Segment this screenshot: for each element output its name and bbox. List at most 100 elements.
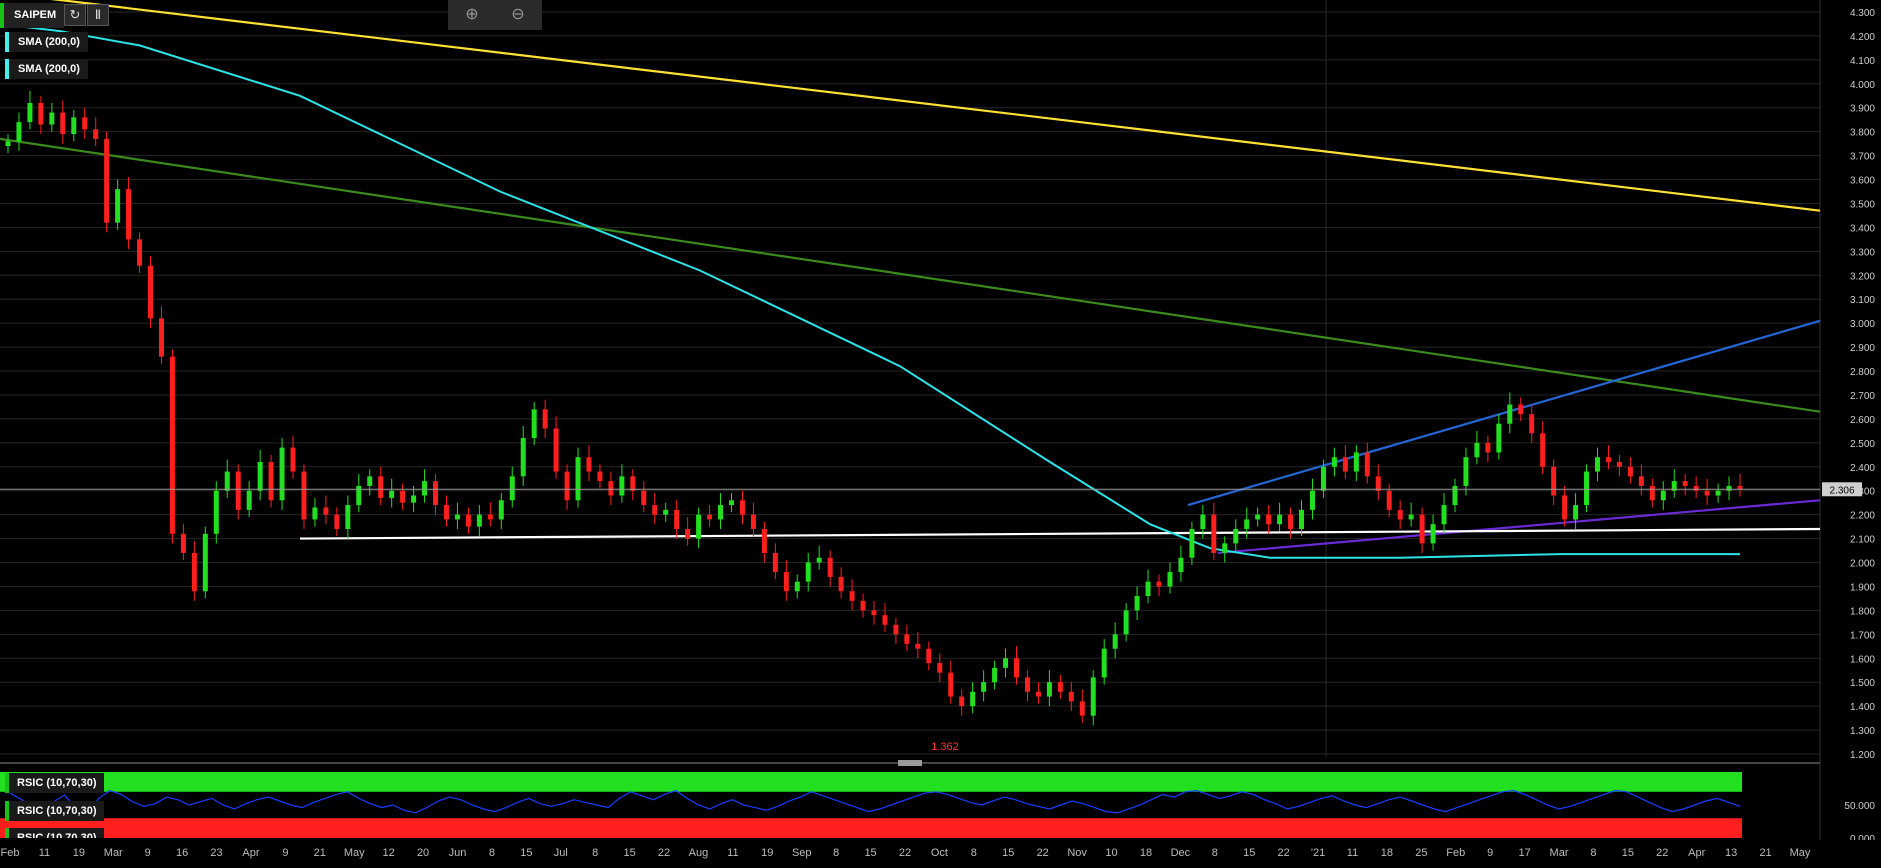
- candle-body: [454, 514, 460, 520]
- candle-body: [104, 138, 110, 223]
- candle-body: [1320, 466, 1326, 491]
- rsi-line: [7, 789, 1741, 816]
- candle-body: [948, 672, 954, 697]
- candle-body: [1660, 490, 1666, 501]
- refresh-icon[interactable]: ↻: [64, 4, 86, 26]
- time-tick-label: 8: [592, 847, 598, 859]
- price-tick-label: 2.700: [1850, 391, 1875, 402]
- time-tick-label: 18: [1140, 847, 1152, 859]
- time-tick-label: 22: [1278, 847, 1290, 859]
- panel-splitter[interactable]: [898, 760, 922, 766]
- candle-body: [279, 447, 285, 501]
- rsi-tick-label: 50.000: [1844, 801, 1875, 812]
- candle-body: [1244, 519, 1250, 530]
- candle-body: [498, 500, 504, 520]
- candle-body: [1463, 457, 1469, 486]
- candle-body: [1266, 514, 1272, 525]
- candle-body: [1101, 648, 1107, 678]
- price-tick-label: 4.000: [1850, 80, 1875, 91]
- time-tick-label: 16: [176, 847, 188, 859]
- time-tick-label: 22: [899, 847, 911, 859]
- candle-body: [849, 591, 855, 601]
- candle-body: [1594, 457, 1600, 472]
- candle-body: [772, 552, 778, 573]
- time-tick-label: Nov: [1067, 847, 1087, 859]
- candle-body: [1222, 543, 1228, 553]
- last-price-label: 2.306: [1829, 485, 1854, 496]
- candle-body: [5, 141, 11, 147]
- candle-body: [871, 610, 877, 616]
- candle-body: [805, 562, 811, 582]
- time-tick-label: Feb: [1446, 847, 1465, 859]
- candle-body: [202, 533, 208, 592]
- candle-body: [750, 514, 756, 530]
- candle-body: [1233, 529, 1239, 544]
- rsi-tag-3[interactable]: RSIC (10,70,30): [5, 828, 105, 838]
- candle-body: [553, 428, 559, 472]
- candle-body: [893, 624, 899, 635]
- price-tick-label: 3.100: [1850, 295, 1875, 306]
- candle-body: [49, 112, 55, 125]
- time-tick-label: 10: [1105, 847, 1117, 859]
- time-tick-label: Dec: [1171, 847, 1191, 859]
- price-tick-label: 3.800: [1850, 128, 1875, 139]
- trendline: [299, 527, 1821, 540]
- chart-canvas[interactable]: 1.200 1.300 1.400 1.500 1.600 1.700 1.800 1.900…: [0, 0, 1881, 868]
- candle-body: [27, 102, 33, 123]
- zoom-in-icon[interactable]: ⊕: [460, 4, 484, 26]
- zoom-bar: ⊕ ⊖: [448, 0, 542, 30]
- time-tick-label: Jun: [449, 847, 467, 859]
- candle-body: [38, 102, 44, 125]
- candle-body: [476, 514, 482, 527]
- candle-body: [1616, 461, 1622, 467]
- candle-body: [389, 490, 395, 498]
- candle-body: [586, 457, 592, 472]
- price-tick-label: 3.700: [1850, 152, 1875, 163]
- time-tick-label: 15: [623, 847, 635, 859]
- price-tick-label: 3.000: [1850, 319, 1875, 330]
- candle-body: [334, 514, 340, 530]
- zoom-out-icon[interactable]: ⊖: [506, 4, 530, 26]
- candle-body: [1331, 457, 1337, 467]
- candlestick-icon[interactable]: Ⅱ: [87, 4, 109, 26]
- candle-body: [433, 481, 439, 506]
- candle-body: [1156, 581, 1162, 587]
- rsi-tag-1[interactable]: RSIC (10,70,30): [5, 773, 105, 793]
- time-tick-label: 13: [1725, 847, 1737, 859]
- rsi-tag-2[interactable]: RSIC (10,70,30): [5, 801, 105, 821]
- candle-body: [257, 461, 263, 491]
- candle-body: [1200, 514, 1206, 530]
- candle-body: [1441, 505, 1447, 525]
- rsi-oversold-zone: [0, 818, 1742, 838]
- candle-body: [1638, 476, 1644, 486]
- sma-tag-1[interactable]: SMA (200,0): [5, 32, 88, 52]
- candle-body: [1605, 457, 1611, 462]
- symbol-label[interactable]: SAIPEM: [0, 3, 65, 28]
- sma-tag-2[interactable]: SMA (200,0): [5, 59, 88, 79]
- time-tick-label: 9: [1487, 847, 1493, 859]
- price-tick-label: 1.300: [1850, 726, 1875, 737]
- price-tick-label: 2.000: [1850, 559, 1875, 570]
- candle-body: [652, 505, 658, 515]
- candle-body: [1419, 514, 1425, 544]
- time-tick-label: 15: [1243, 847, 1255, 859]
- candle-body: [1584, 471, 1590, 506]
- candle-body: [148, 265, 154, 319]
- candle-body: [367, 476, 373, 486]
- candle-body: [520, 438, 526, 477]
- candle-body: [115, 189, 121, 223]
- time-tick-label: 15: [1622, 847, 1634, 859]
- candle-body: [411, 495, 417, 503]
- price-tick-label: 1.800: [1850, 606, 1875, 617]
- candle-body: [718, 505, 724, 520]
- candle-body: [1562, 495, 1568, 520]
- candle-body: [970, 691, 976, 707]
- candle-body: [246, 490, 252, 510]
- price-tick-label: 2.100: [1850, 535, 1875, 546]
- time-tick-label: 11: [39, 847, 50, 859]
- candle-body: [728, 500, 734, 506]
- time-tick-label: 21: [314, 847, 326, 859]
- candle-body: [1737, 485, 1743, 490]
- candle-body: [1068, 691, 1074, 702]
- time-tick-label: Jul: [554, 847, 568, 859]
